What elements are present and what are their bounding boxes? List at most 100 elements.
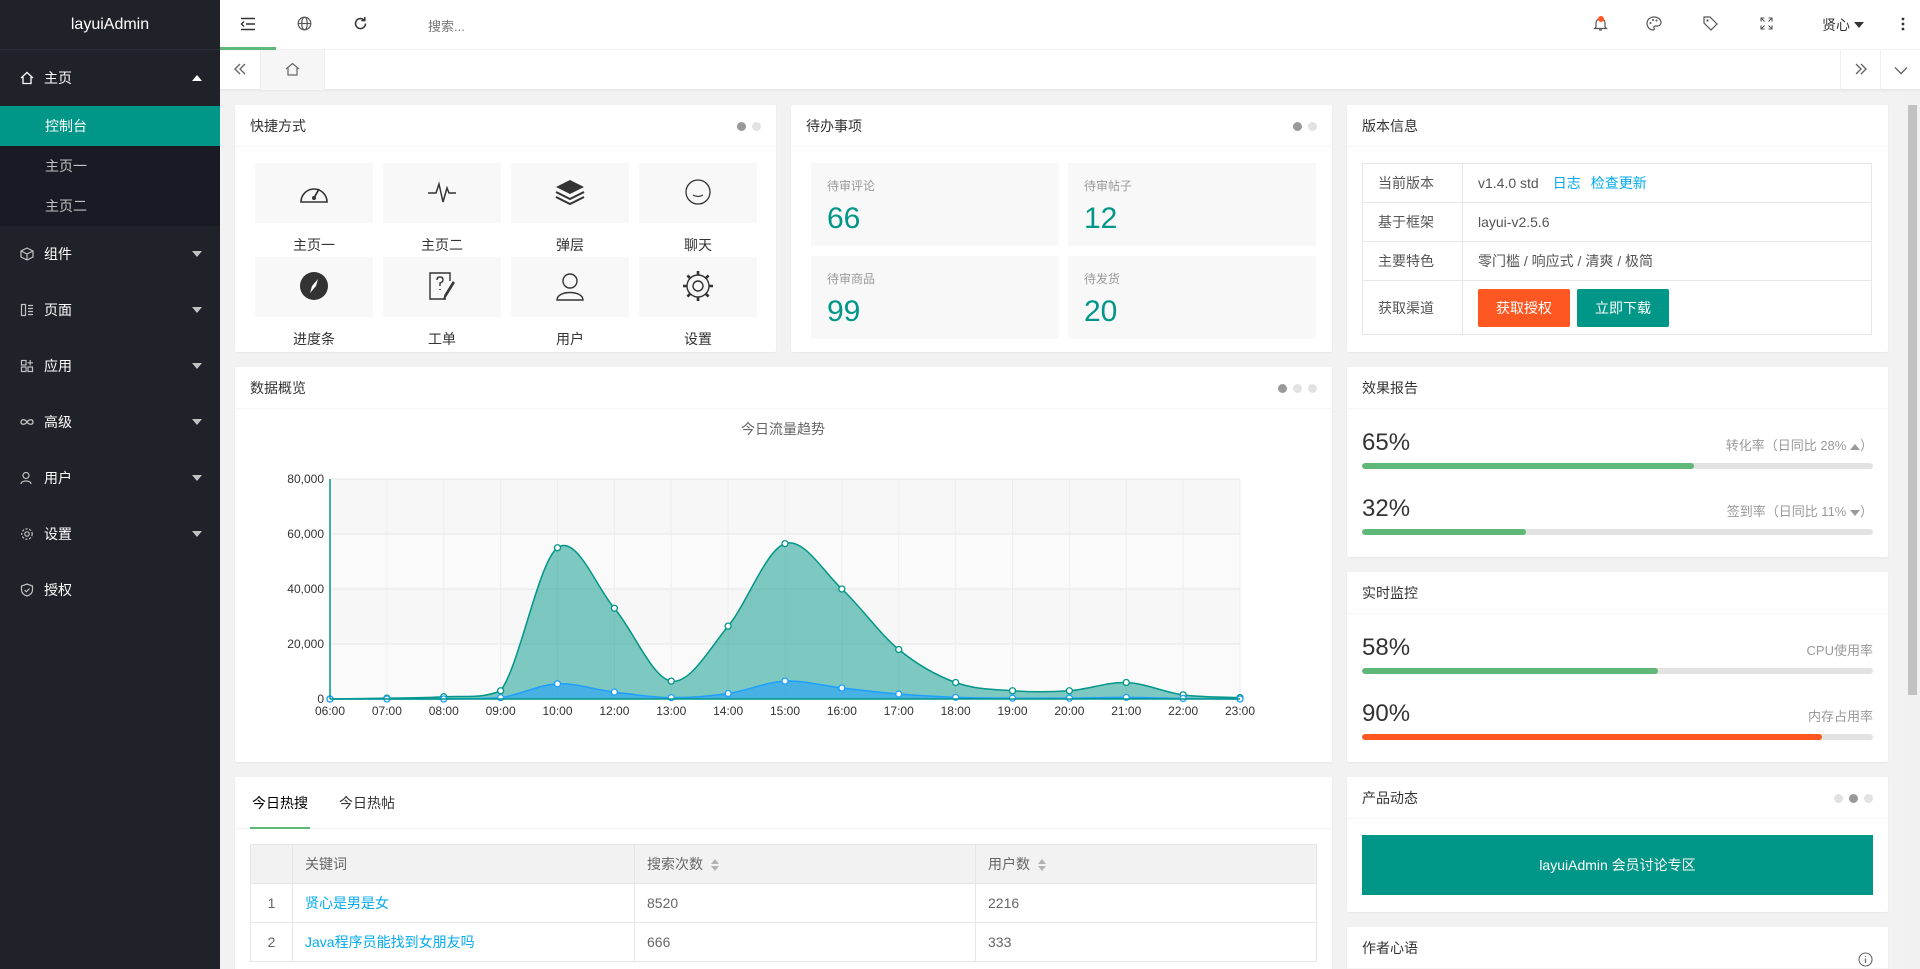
scrollbar-thumb[interactable]	[1908, 105, 1917, 695]
user-menu[interactable]: 贤心	[1808, 0, 1878, 50]
page-scrollbar[interactable]	[1904, 91, 1920, 969]
subnav-item-console[interactable]: 控制台	[0, 106, 220, 146]
template-icon	[20, 303, 34, 317]
carousel-indicator[interactable]	[1293, 122, 1317, 131]
download-button[interactable]: 立即下载	[1577, 288, 1669, 327]
sidebar-item-auth[interactable]: 授权	[0, 562, 220, 618]
x-tick-label: 06:00	[315, 704, 345, 718]
todo-pending-shipping[interactable]: 待发货 20	[1068, 256, 1316, 339]
carousel-dot[interactable]	[1864, 794, 1873, 803]
keyword-link[interactable]: Java程序员能找到女朋友吗	[292, 922, 635, 962]
get-license-button[interactable]: 获取授权	[1478, 288, 1570, 327]
sort-icon[interactable]	[1038, 859, 1046, 872]
sort-icon[interactable]	[711, 859, 719, 872]
subnav-item-home2[interactable]: 主页二	[0, 186, 220, 226]
user-name: 贤心	[1822, 17, 1850, 33]
table-header-count[interactable]: 搜索次数	[634, 844, 976, 884]
member-forum-banner[interactable]: layuiAdmin 会员讨论专区	[1362, 835, 1873, 895]
collapse-sidebar-button[interactable]	[220, 0, 276, 50]
table-value: layui-v2.5.6	[1462, 202, 1872, 242]
fullscreen-button[interactable]	[1744, 0, 1788, 50]
card-header: 版本信息	[1347, 105, 1888, 147]
traffic-trend-chart: 今日流量趋势 020,00040,00060,00080,00006:00 07:…	[287, 421, 1255, 718]
carousel-dot[interactable]	[1293, 122, 1302, 131]
carousel-indicator[interactable]	[1834, 794, 1873, 803]
shortcut-home2[interactable]: 主页二	[383, 163, 501, 257]
refresh-button[interactable]	[332, 0, 388, 50]
metric-label-text: 转化率（日同比 28%	[1725, 438, 1847, 453]
changelog-link[interactable]: 日志	[1553, 175, 1581, 191]
table-header-users[interactable]: 用户数	[975, 844, 1317, 884]
shortcut-progress[interactable]: 进度条	[255, 257, 373, 351]
x-tick-label: 12:00	[599, 704, 629, 718]
sidebar-item-settings[interactable]: 设置	[0, 506, 220, 562]
progress-fill	[1362, 668, 1659, 674]
todo-pending-products[interactable]: 待审商品 99	[811, 256, 1059, 339]
todo-pending-comments[interactable]: 待审评论 66	[811, 163, 1059, 246]
x-tick-label: 21:00	[1111, 704, 1141, 718]
app-logo[interactable]: layuiAdmin	[0, 0, 220, 50]
subnav-item-home1[interactable]: 主页一	[0, 146, 220, 186]
tab-home[interactable]	[260, 50, 325, 90]
sidebar-item-users[interactable]: 用户	[0, 450, 220, 506]
data-point	[610, 688, 619, 696]
card-title: 作者心语	[1362, 940, 1418, 956]
shortcut-chat[interactable]: 聊天	[639, 163, 757, 257]
shortcut-ticket[interactable]: 工单	[383, 257, 501, 351]
carousel-dot[interactable]	[752, 122, 761, 131]
metric-value: 65%	[1362, 429, 1411, 456]
table-row: 基于框架 layui-v2.5.6	[1362, 202, 1872, 242]
sidebar-item-home[interactable]: 主页	[0, 50, 220, 106]
info-icon[interactable]	[1858, 941, 1873, 969]
data-point	[838, 684, 846, 692]
carousel-indicator[interactable]	[1278, 384, 1317, 393]
chevron-up-icon	[192, 75, 202, 81]
globe-icon	[297, 16, 312, 34]
data-point	[1008, 687, 1017, 695]
tabs-scroll-right-button[interactable]	[1840, 50, 1880, 90]
tab-hot-search[interactable]: 今日热搜	[250, 777, 310, 829]
shield-icon	[20, 583, 34, 597]
tabs-scroll-left-button[interactable]	[220, 50, 260, 90]
card-title: 效果报告	[1362, 380, 1418, 396]
tag-button[interactable]	[1688, 0, 1732, 50]
carousel-dot[interactable]	[1278, 384, 1287, 393]
shortcut-settings[interactable]: 设置	[639, 257, 757, 351]
table-value: 获取授权 立即下载	[1462, 280, 1872, 335]
carousel-dot[interactable]	[1849, 794, 1858, 803]
hot-search-table: 关键词 搜索次数 用户数 1 贤心是男是女 8520 2216 2 Java程序…	[250, 844, 1317, 962]
carousel-indicator[interactable]	[737, 122, 761, 131]
sidebar-item-pages[interactable]: 页面	[0, 282, 220, 338]
carousel-dot[interactable]	[737, 122, 746, 131]
check-update-link[interactable]: 检查更新	[1591, 175, 1647, 191]
sidebar-item-advanced[interactable]: 高级	[0, 394, 220, 450]
x-tick-label: 22:00	[1168, 704, 1198, 718]
keyword-link[interactable]: 贤心是男是女	[292, 883, 635, 923]
x-tick-label: 07:00	[372, 704, 402, 718]
website-button[interactable]	[276, 0, 332, 50]
carousel-dot[interactable]	[1308, 122, 1317, 131]
notifications-button[interactable]	[1578, 0, 1622, 50]
shortcut-home1[interactable]: 主页一	[255, 163, 373, 257]
carousel-dot[interactable]	[1834, 794, 1843, 803]
search-input[interactable]	[428, 16, 628, 36]
tabs-menu-button[interactable]	[1880, 50, 1920, 90]
data-point	[1065, 694, 1074, 702]
carousel-dot[interactable]	[1293, 384, 1302, 393]
sidebar-item-apps[interactable]: 应用	[0, 338, 220, 394]
shortcut-layer[interactable]: 弹层	[511, 163, 629, 257]
tab-hot-posts[interactable]: 今日热帖	[327, 777, 407, 829]
shortcut-user[interactable]: 用户	[511, 257, 629, 351]
gear-icon	[682, 270, 714, 305]
user-icon	[554, 271, 586, 304]
carousel-dot[interactable]	[1308, 384, 1317, 393]
more-button[interactable]	[1888, 0, 1918, 50]
todo-count: 66	[827, 202, 861, 235]
sidebar-item-components[interactable]: 组件	[0, 226, 220, 282]
progress-bar	[1362, 463, 1873, 469]
shortcuts-card: 快捷方式 主页一 主页二 弹层 聊天 进度条 工单 用户 设置	[235, 105, 776, 352]
theme-button[interactable]	[1632, 0, 1676, 50]
card-title: 待办事项	[806, 118, 862, 134]
todo-pending-posts[interactable]: 待审帖子 12	[1068, 163, 1316, 246]
shortcut-label: 聊天	[684, 237, 712, 253]
